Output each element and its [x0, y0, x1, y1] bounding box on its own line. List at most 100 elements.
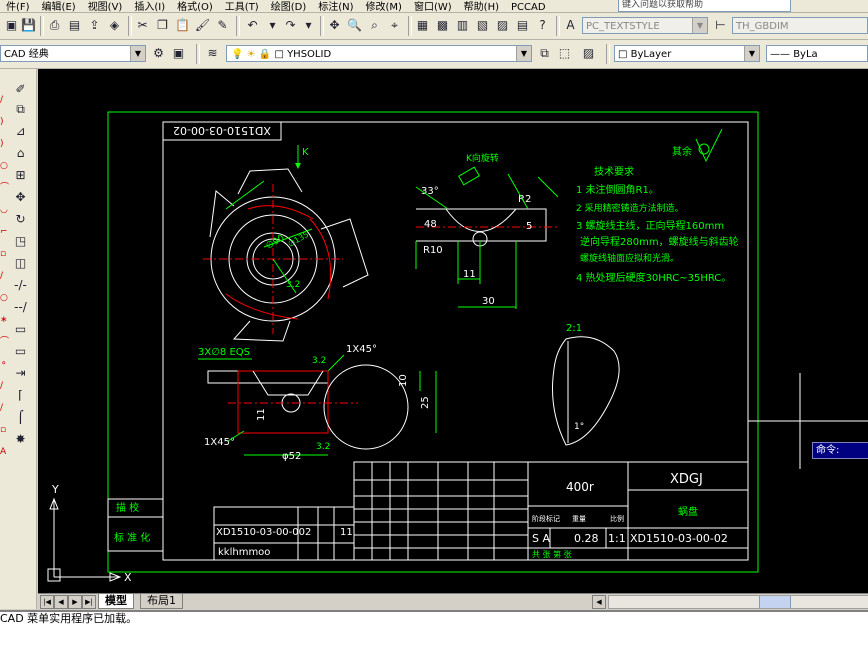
trim-icon[interactable]: -/- — [12, 277, 29, 294]
menu-pccad[interactable]: PCCAD — [505, 3, 552, 13]
cut-icon[interactable]: ✂ — [134, 17, 151, 34]
text-style-icon[interactable]: A — [562, 17, 579, 34]
main-view: ∅90 ∅135 3.2 K — [203, 145, 369, 342]
roughness-rest-label: 其余 — [672, 145, 692, 158]
scrollbar-thumb[interactable] — [759, 596, 791, 608]
print-icon[interactable]: ⎙ — [46, 17, 63, 34]
redo-icon[interactable]: ↷ — [282, 17, 299, 34]
menu-format[interactable]: 格式(O) — [171, 3, 219, 13]
menu-help[interactable]: 帮助(H) — [458, 3, 505, 13]
draw-toolbar-partial[interactable]: /)) ○ ⌒ ◡ ⌐ ▫ / ○ ∗ ⌒ ⚬ / / ▫ A — [0, 89, 9, 469]
dim-label-3-2-sec-bottom: 3.2 — [316, 442, 330, 452]
zoom-previous-icon[interactable]: ⌖ — [386, 17, 403, 34]
offset-icon[interactable]: ⌂ — [12, 145, 29, 162]
calculator-icon[interactable]: ▤ — [514, 17, 531, 34]
menu-file[interactable]: 件(F) — [0, 3, 36, 13]
dim-style-icon[interactable]: ⊢ — [712, 17, 729, 34]
chevron-down-icon[interactable]: ▼ — [692, 18, 707, 33]
command-window[interactable]: CAD 菜单实用程序已加载。 — [0, 610, 868, 650]
redo-dropdown-icon[interactable]: ▾ — [300, 17, 317, 34]
copy-icon[interactable]: ❐ — [154, 17, 171, 34]
menu-dimension[interactable]: 标注(N) — [312, 3, 359, 13]
design-center-icon[interactable]: ▩ — [434, 17, 451, 34]
next-tab-icon[interactable]: ▶ — [68, 595, 82, 609]
layer-previous-icon[interactable]: ⬚ — [556, 45, 573, 62]
tab-layout1[interactable]: 布局1 — [140, 594, 183, 609]
chevron-down-icon[interactable]: ▼ — [744, 46, 759, 61]
help-icon[interactable]: ? — [534, 17, 551, 34]
plot-icon[interactable]: ◈ — [106, 17, 123, 34]
stretch-icon[interactable]: ◫ — [12, 255, 29, 272]
workspace-save-icon[interactable]: ▣ — [170, 45, 187, 62]
menu-modify[interactable]: 修改(M) — [360, 3, 408, 13]
text-style-select[interactable]: PC_TEXTSTYLE ▼ — [582, 17, 708, 34]
markup-icon[interactable]: ▨ — [494, 17, 511, 34]
break-point-icon[interactable]: ▭ — [12, 321, 29, 338]
undo-icon[interactable]: ↶ — [244, 17, 261, 34]
menu-bar: 件(F) 编辑(E) 视图(V) 插入(I) 格式(O) 工具(T) 绘图(D) 标注(N) 修… — [0, 0, 868, 13]
tool-palettes-icon[interactable]: ▥ — [454, 17, 471, 34]
sheet-border-outer — [107, 111, 759, 573]
help-search-input[interactable]: 键入问题以获取帮助 — [618, 0, 791, 12]
last-tab-icon[interactable]: ▶| — [82, 595, 96, 609]
workspace-select[interactable]: CAD 经典 ▼ — [0, 45, 146, 62]
save-icon[interactable]: 💾 — [20, 17, 37, 34]
menu-insert[interactable]: 插入(I) — [128, 3, 171, 13]
first-tab-icon[interactable]: |◀ — [40, 595, 54, 609]
pan-icon[interactable]: ✥ — [326, 17, 343, 34]
tooth-top — [237, 168, 303, 195]
rotate-icon[interactable]: ↻ — [12, 211, 29, 228]
layers-toolbar: CAD 经典 ▼ ⚙ ▣ ≋ 💡 ☀ 🔒 □ YHSOLID ▼ ⧉ ⬚ ▨ □ … — [0, 40, 868, 69]
print-preview-icon[interactable]: ▤ — [66, 17, 83, 34]
linetype-select[interactable]: —— ByLa — [766, 45, 868, 62]
dynamic-command-prompt[interactable]: 命令: — [812, 442, 868, 459]
move-icon[interactable]: ✥ — [12, 189, 29, 206]
separator — [128, 16, 132, 36]
menu-window[interactable]: 窗口(W) — [408, 3, 458, 13]
layer-select[interactable]: 💡 ☀ 🔒 □ YHSOLID ▼ — [226, 45, 532, 62]
scroll-left-icon[interactable]: ◀ — [592, 595, 606, 609]
copy-object-icon[interactable]: ⧉ — [12, 101, 29, 118]
make-current-layer-icon[interactable]: ⧉ — [536, 45, 553, 62]
fillet-icon[interactable]: ⌠ — [12, 409, 29, 426]
zoom-window-icon[interactable]: ⌕ — [366, 17, 383, 34]
scale-icon[interactable]: ◳ — [12, 233, 29, 250]
workspace-settings-icon[interactable]: ⚙ — [150, 45, 167, 62]
undo-dropdown-icon[interactable]: ▾ — [264, 17, 281, 34]
open-icon[interactable]: ▣ — [3, 17, 20, 34]
separator — [40, 16, 44, 36]
color-select[interactable]: □ ByLayer ▼ — [614, 45, 760, 62]
zoom-realtime-icon[interactable]: 🔍 — [346, 17, 363, 34]
menu-draw[interactable]: 绘图(D) — [265, 3, 313, 13]
dim-style-select[interactable]: TH_GBDIM — [732, 17, 868, 34]
separator — [606, 44, 610, 64]
chamfer-icon[interactable]: ⌈ — [12, 387, 29, 404]
prev-tab-icon[interactable]: ◀ — [54, 595, 68, 609]
erase-icon[interactable]: ✐ — [12, 81, 29, 98]
match-properties-icon[interactable]: 🖌 — [194, 17, 211, 34]
paste-icon[interactable]: 📋 — [174, 17, 191, 34]
tb-num: 11 — [340, 527, 353, 538]
block-editor-icon[interactable]: ✎ — [214, 17, 231, 34]
chevron-down-icon[interactable]: ▼ — [130, 46, 145, 61]
layer-manager-icon[interactable]: ≋ — [204, 45, 221, 62]
helix-leader — [537, 176, 559, 198]
publish-icon[interactable]: ⇪ — [86, 17, 103, 34]
tab-model[interactable]: 模型 — [98, 594, 134, 609]
menu-tools[interactable]: 工具(T) — [219, 3, 265, 13]
join-icon[interactable]: ⇥ — [12, 365, 29, 382]
array-icon[interactable]: ⊞ — [12, 167, 29, 184]
dim-label-25: 25 — [420, 396, 431, 409]
mirror-icon[interactable]: ⊿ — [12, 123, 29, 140]
sheet-set-icon[interactable]: ▧ — [474, 17, 491, 34]
explode-icon[interactable]: ✸ — [12, 431, 29, 448]
extend-icon[interactable]: --/ — [12, 299, 29, 316]
menu-edit[interactable]: 编辑(E) — [36, 3, 82, 13]
properties-icon[interactable]: ▦ — [414, 17, 431, 34]
horizontal-scrollbar[interactable] — [608, 595, 868, 609]
drawing-canvas[interactable]: XD1510-03-00-02 描 校 标 准 化 ∅90 ∅135 3.2 K… — [38, 69, 868, 593]
chevron-down-icon[interactable]: ▼ — [516, 46, 531, 61]
layer-states-icon[interactable]: ▨ — [580, 45, 597, 62]
break-icon[interactable]: ▭ — [12, 343, 29, 360]
menu-view[interactable]: 视图(V) — [82, 3, 129, 13]
